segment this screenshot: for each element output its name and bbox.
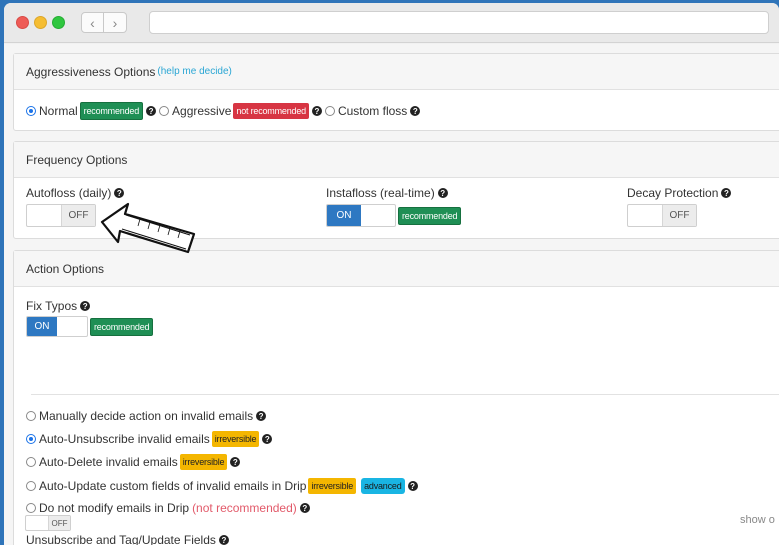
- action-title: Action Options: [26, 261, 105, 276]
- chevron-right-icon: ›: [112, 14, 118, 31]
- page-content: Aggressiveness Options (help me decide) …: [4, 44, 779, 545]
- question-icon[interactable]: ?: [437, 188, 448, 198]
- question-icon[interactable]: ?: [410, 106, 421, 116]
- aggressiveness-header: Aggressiveness Options (help me decide): [14, 54, 779, 90]
- choice-auto-delete-label: Auto-Delete invalid emails: [39, 455, 178, 469]
- help-me-decide-link[interactable]: (help me decide): [157, 66, 231, 77]
- decay-protection-toggle[interactable]: OFF: [627, 204, 697, 227]
- autofloss-label-row: Autofloss (daily) ?: [26, 186, 125, 200]
- toggle-on-label: ON: [327, 205, 361, 226]
- radio-do-not-modify[interactable]: [26, 503, 36, 513]
- irreversible-badge: irreversible: [211, 431, 260, 447]
- instafloss-label-row: Instafloss (real-time) ?: [326, 186, 448, 200]
- question-icon[interactable]: ?: [114, 188, 125, 198]
- divider: [31, 394, 779, 395]
- recommended-badge: recommended: [79, 102, 144, 120]
- unsub-label-row: Unsubscribe and Tag/Update Fields ?: [26, 533, 229, 545]
- fix-typos-label: Fix Typos: [26, 299, 78, 313]
- question-icon[interactable]: ?: [218, 535, 229, 545]
- forward-button[interactable]: ›: [104, 12, 127, 33]
- irreversible-badge: irreversible: [308, 478, 357, 494]
- toggle-off-label: OFF: [47, 516, 70, 530]
- radio-aggressive[interactable]: [159, 106, 170, 116]
- minimize-window-button[interactable]: [34, 16, 47, 29]
- radio-custom-floss[interactable]: [324, 106, 335, 116]
- irreversible-badge: irreversible: [179, 454, 228, 470]
- radio-manual[interactable]: [26, 411, 36, 421]
- recommended-badge: recommended: [90, 317, 154, 336]
- decay-protection-label: Decay Protection: [627, 186, 719, 200]
- aggressiveness-title: Aggressiveness Options: [26, 64, 156, 79]
- address-bar[interactable]: [149, 11, 769, 34]
- question-icon[interactable]: ?: [262, 434, 273, 444]
- choice-manual[interactable]: Manually decide action on invalid emails…: [26, 409, 267, 423]
- choice-do-not-modify-label: Do not modify emails in Drip: [39, 501, 190, 515]
- toggle-off-label: OFF: [661, 205, 696, 226]
- advanced-badge: advanced: [361, 478, 405, 494]
- question-icon[interactable]: ?: [256, 411, 267, 421]
- question-icon[interactable]: ?: [230, 457, 241, 467]
- radio-auto-delete[interactable]: [26, 457, 36, 467]
- frequency-header: Frequency Options: [14, 142, 779, 178]
- toggle-blank: [361, 205, 395, 226]
- not-recommended-badge: not recommended: [233, 103, 309, 119]
- radio-auto-update[interactable]: [26, 481, 36, 491]
- question-icon[interactable]: ?: [299, 503, 310, 513]
- instafloss-toggle[interactable]: ON: [326, 204, 396, 227]
- toggle-off-label: OFF: [60, 205, 95, 226]
- recommended-badge: recommended: [398, 206, 462, 225]
- decay-label-row: Decay Protection ?: [627, 186, 732, 200]
- browser-window: ‹ › Aggressiveness Options (help me deci…: [4, 3, 779, 545]
- arrow-annotation-icon: [100, 202, 196, 254]
- title-bar: ‹ ›: [4, 3, 779, 43]
- toggle-blank: [26, 516, 48, 530]
- question-icon[interactable]: ?: [146, 106, 157, 116]
- radio-auto-unsubscribe[interactable]: [26, 434, 36, 444]
- option-custom-floss-label: Custom floss: [337, 104, 408, 118]
- back-button[interactable]: ‹: [81, 12, 104, 33]
- choice-manual-label: Manually decide action on invalid emails: [39, 409, 254, 423]
- question-icon[interactable]: ?: [721, 188, 732, 198]
- unsub-toggle[interactable]: OFF: [25, 515, 71, 531]
- option-normal-label: Normal: [39, 104, 78, 118]
- choice-auto-unsubscribe[interactable]: Auto-Unsubscribe invalid emails irrevers…: [26, 431, 273, 447]
- frequency-title: Frequency Options: [26, 152, 128, 167]
- unsub-label: Unsubscribe and Tag/Update Fields: [26, 533, 216, 545]
- choice-auto-update-label: Auto-Update custom fields of invalid ema…: [39, 479, 307, 493]
- fix-typos-label-row: Fix Typos ?: [26, 299, 91, 313]
- question-icon[interactable]: ?: [407, 481, 418, 491]
- aggressiveness-options: Normal recommended ? Aggressive not reco…: [26, 102, 421, 120]
- question-icon[interactable]: ?: [311, 106, 322, 116]
- radio-normal[interactable]: [26, 106, 36, 116]
- close-window-button[interactable]: [16, 16, 29, 29]
- nav-buttons: ‹ ›: [81, 12, 128, 33]
- instafloss-control: ON recommended: [326, 204, 462, 227]
- action-panel: Action Options Fix Typos ? ON recommende…: [13, 250, 779, 545]
- choice-do-not-modify[interactable]: Do not modify emails in Drip (not recomm…: [26, 501, 310, 515]
- toggle-blank: [57, 317, 87, 336]
- autofloss-toggle[interactable]: OFF: [26, 204, 96, 227]
- maximize-window-button[interactable]: [52, 16, 65, 29]
- choice-auto-unsubscribe-label: Auto-Unsubscribe invalid emails: [39, 432, 210, 446]
- toggle-on-label: ON: [27, 317, 57, 336]
- question-icon[interactable]: ?: [80, 301, 91, 311]
- fix-typos-toggle[interactable]: ON: [26, 316, 88, 337]
- chevron-left-icon: ‹: [90, 14, 95, 31]
- show-options-link[interactable]: show o: [740, 514, 775, 526]
- instafloss-label: Instafloss (real-time): [326, 186, 435, 200]
- aggressiveness-panel: Aggressiveness Options (help me decide) …: [13, 53, 779, 131]
- option-aggressive-label: Aggressive: [172, 104, 232, 118]
- choice-auto-delete[interactable]: Auto-Delete invalid emails irreversible …: [26, 454, 241, 470]
- toggle-blank: [27, 205, 61, 226]
- fix-typos-control: ON recommended: [26, 316, 154, 337]
- autofloss-label: Autofloss (daily): [26, 186, 112, 200]
- not-recommended-note: (not recommended): [192, 501, 297, 515]
- toggle-blank: [628, 205, 662, 226]
- choice-auto-update[interactable]: Auto-Update custom fields of invalid ema…: [26, 478, 418, 494]
